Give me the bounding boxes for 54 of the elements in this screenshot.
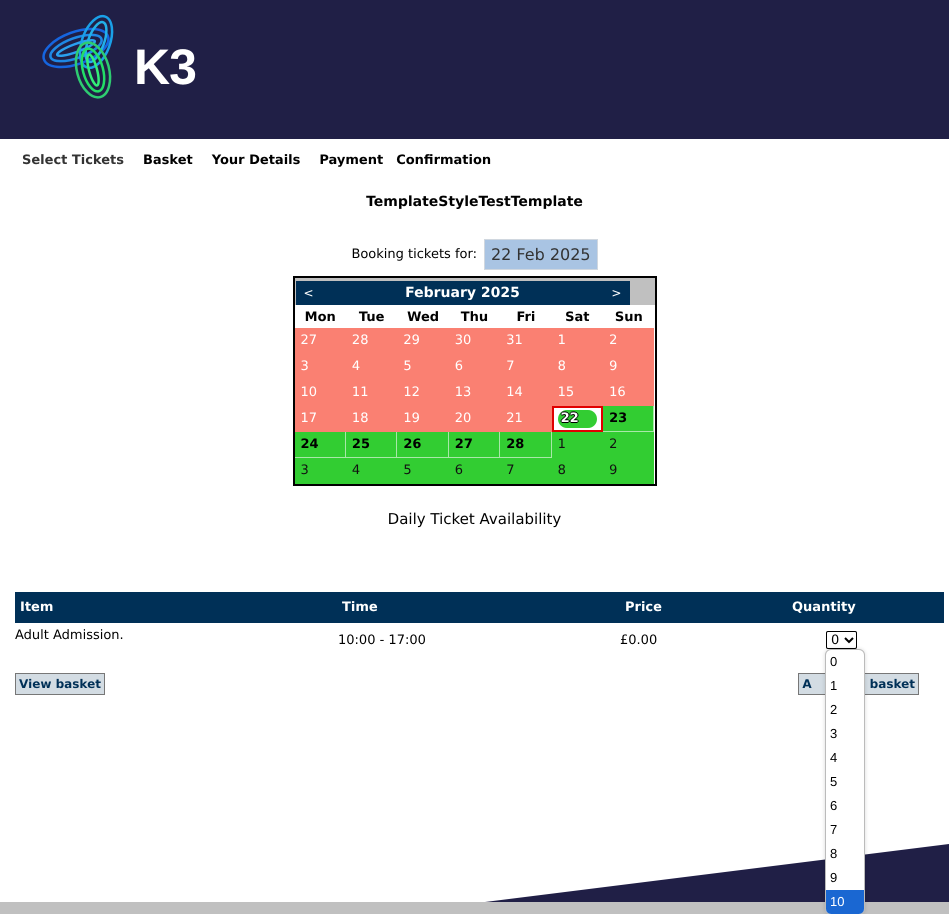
table-cell-text: £0.00 [619,632,658,648]
calendar-day: 31 [500,328,552,354]
brand-name: K3 [134,38,196,96]
calendar-day: 18 [346,406,398,432]
weekday-label: Fri [515,309,536,327]
calendar-day: 30 [448,328,500,354]
calendar-day: 7 [500,354,552,380]
calendar-day: 2 [603,328,654,354]
weekday-label: Mon [304,309,337,327]
calendar-day: 27 [294,328,346,354]
table-cell-text: 10:00 - 17:00 [337,632,427,648]
calendar-day: 9 [603,458,654,484]
calendar-day: 4 [346,354,398,380]
weekday-label: Sun [614,309,644,327]
calendar-day: 3 [294,458,346,484]
weekday-label: Sat [564,309,591,327]
calendar-day: 12 [397,380,449,406]
calendar-day: 2 [603,432,654,458]
weekday-label: Thu [460,309,490,327]
calendar-day: 5 [397,354,449,380]
calendar-day: 8 [552,354,604,380]
calendar-day: 14 [500,380,552,406]
calendar-day: 28 [346,328,398,354]
page-title: TemplateStyleTestTemplate [365,194,584,210]
calendar-day: 1 [552,328,604,354]
calendar-day: 20 [448,406,500,432]
calendar-day: 8 [552,458,604,484]
column-header: Price [624,600,663,615]
calendar-day: 3 [294,354,346,380]
calendar-day: 21 [500,406,552,432]
column-header: Time [341,600,379,615]
calendar-day: 7 [500,458,552,484]
table-cell-text: Adult Admission. [15,627,125,643]
column-header: Item [19,600,54,615]
calendar-day: 1 [552,432,604,458]
column-header: Quantity [791,600,857,615]
calendar-day: 10 [294,380,346,406]
calendar-day: 6 [448,458,500,484]
calendar-day: 6 [448,354,500,380]
weekday-label: Tue [358,309,386,327]
weekday-label: Wed [406,309,440,327]
availability-label: Daily Ticket Availability [386,510,562,528]
calendar-day: 11 [346,380,398,406]
calendar-day: 13 [448,380,500,406]
calendar-day: 5 [397,458,449,484]
calendar-day: 15 [552,380,604,406]
calendar-day: 9 [603,354,654,380]
booking-label: Booking tickets for: [351,247,477,262]
calendar-day: 4 [346,458,398,484]
calendar-day: 17 [294,406,346,432]
calendar-day: 16 [603,380,654,406]
calendar-day: 29 [397,328,449,354]
month-title: February 2025 [405,285,520,301]
calendar-day: 19 [397,406,449,432]
